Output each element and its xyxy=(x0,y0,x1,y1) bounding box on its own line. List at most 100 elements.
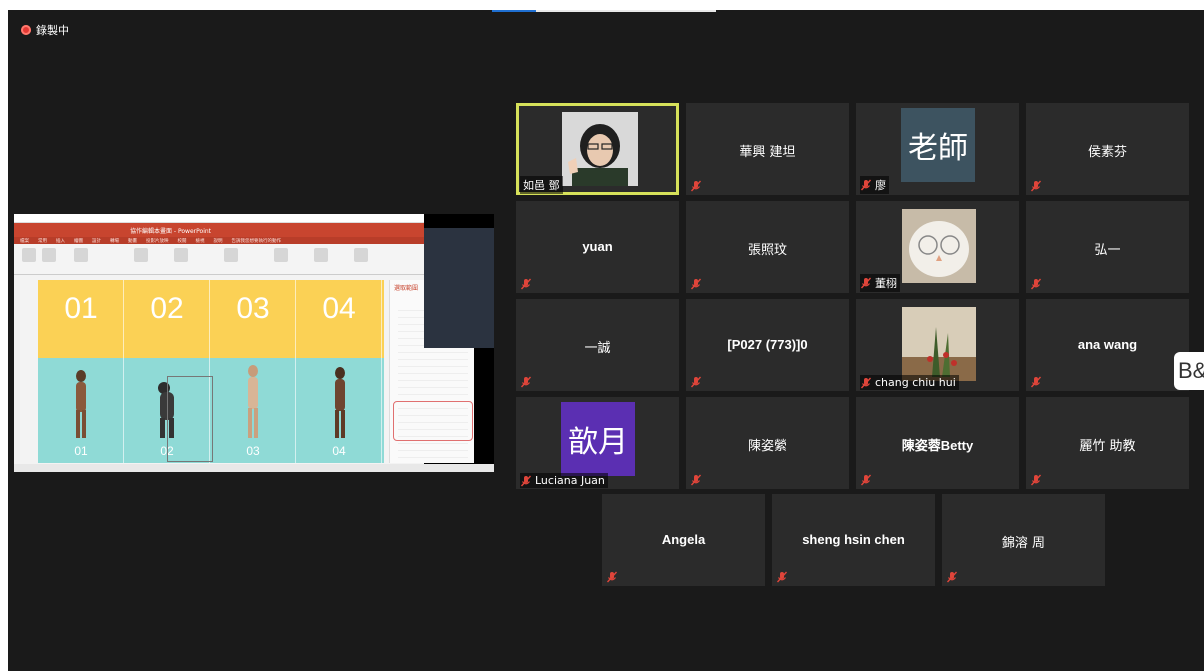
ribbon-tab: 校閱 xyxy=(177,238,187,244)
participant-video xyxy=(562,112,638,186)
ribbon-tabs: 檔案 常用 插入 繪圖 設計 轉場 動畫 投影片放映 校閱 檢視 說明 告訴我您想要執行的動作 xyxy=(14,237,424,244)
selection-box xyxy=(167,376,213,462)
participant-name: 如邑 鄧 xyxy=(523,179,560,192)
mic-muted-icon xyxy=(1030,376,1042,388)
participant-tile[interactable]: 董栩 xyxy=(856,201,1019,293)
participant-avatar: 老師 xyxy=(901,108,975,182)
shared-screen[interactable]: 協作編輯本畫面 - PowerPoint 檔案 常用 插入 繪圖 設計 轉場 動畫 投影片放映… xyxy=(14,214,494,472)
figure-icon xyxy=(335,367,345,438)
ribbon-tab: 說明 xyxy=(213,238,223,244)
participant-name: 一誠 xyxy=(584,341,611,356)
participant-photo xyxy=(902,209,976,283)
ribbon xyxy=(14,244,424,275)
ribbon-tab: 檢視 xyxy=(195,238,205,244)
ribbon-tab: 檔案 xyxy=(20,238,29,244)
slide-column: 03 03 xyxy=(210,280,296,463)
participant-name: 陳姿縈 xyxy=(747,439,787,454)
participant-tile[interactable]: ana wang xyxy=(1026,299,1189,391)
side-panel-tab[interactable]: B& xyxy=(1174,352,1204,390)
app-title: 協作編輯本畫面 - PowerPoint xyxy=(130,227,212,235)
mic-muted-icon xyxy=(860,377,872,389)
ribbon-tab: 告訴我您想要執行的動作 xyxy=(231,238,282,244)
highlight-box xyxy=(393,401,473,441)
ribbon-tab: 插入 xyxy=(56,238,65,244)
powerpoint-statusbar xyxy=(14,464,494,472)
record-icon xyxy=(21,25,31,35)
mic-muted-icon xyxy=(860,179,872,191)
mic-muted-icon xyxy=(520,376,532,388)
participant-tile[interactable]: 華興 建坦 xyxy=(686,103,849,195)
participant-tile[interactable]: 一誠 xyxy=(516,299,679,391)
participant-tile[interactable]: 弘一 xyxy=(1026,201,1189,293)
slide-number: 02 xyxy=(150,292,184,325)
powerpoint-titlebar xyxy=(14,214,424,223)
participant-tile[interactable]: 侯素芬 xyxy=(1026,103,1189,195)
mic-muted-icon xyxy=(1030,278,1042,290)
participant-tile[interactable]: 陳姿蓉Betty xyxy=(856,397,1019,489)
participant-caption: 董栩 xyxy=(860,274,900,292)
mic-muted-icon xyxy=(690,180,702,192)
mic-muted-icon xyxy=(1030,180,1042,192)
participant-tile[interactable]: 老師廖 xyxy=(856,103,1019,195)
slide-number: 01 xyxy=(64,292,98,325)
meeting-stage: 錄製中 協作編輯本畫面 - PowerPoint 檔案 常用 插入 繪圖 設計 轉場 動畫 投… xyxy=(8,10,1204,671)
participant-tile[interactable]: yuan xyxy=(516,201,679,293)
slide-label: 01 xyxy=(74,444,88,458)
participant-tile[interactable]: chang chiu hui xyxy=(856,299,1019,391)
mic-muted-icon xyxy=(690,278,702,290)
participant-caption: chang chiu hui xyxy=(860,375,959,390)
participant-name: Angela xyxy=(661,532,706,547)
participant-tile[interactable]: 如邑 鄧 xyxy=(516,103,679,195)
participant-name: chang chiu hui xyxy=(875,376,956,389)
ribbon-tab: 繪圖 xyxy=(74,238,83,244)
mic-muted-icon xyxy=(1030,474,1042,486)
figure-icon xyxy=(248,365,258,438)
ribbon-tab: 動畫 xyxy=(128,238,137,244)
participant-avatar: 歆月 xyxy=(561,402,635,476)
participant-name: 弘一 xyxy=(1094,243,1121,258)
participant-name: [P027 (773)]0 xyxy=(727,337,808,352)
slide-column: 01 01 xyxy=(38,280,124,463)
slide: 01 01 02 02 03 03 04 04 xyxy=(38,280,384,463)
ribbon-tab: 設計 xyxy=(92,238,101,244)
recording-label: 錄製中 xyxy=(36,24,69,37)
participant-name: 華興 建坦 xyxy=(739,145,796,160)
mic-muted-icon xyxy=(946,571,958,583)
mic-muted-icon xyxy=(860,277,872,289)
slide-label: 03 xyxy=(246,444,260,458)
participant-name: 張照玟 xyxy=(747,243,787,258)
mic-muted-icon xyxy=(690,474,702,486)
mic-muted-icon xyxy=(776,571,788,583)
mic-muted-icon xyxy=(690,376,702,388)
mic-muted-icon xyxy=(860,474,872,486)
mic-muted-icon xyxy=(520,278,532,290)
powerpoint-header: 協作編輯本畫面 - PowerPoint xyxy=(14,223,424,237)
recording-indicator[interactable]: 錄製中 xyxy=(21,22,69,38)
participant-tile[interactable]: 麗竹 助教 xyxy=(1026,397,1189,489)
ribbon-tab: 常用 xyxy=(38,238,47,244)
participant-tile[interactable]: 張照玟 xyxy=(686,201,849,293)
participant-caption: 廖 xyxy=(860,176,889,194)
participant-tile[interactable]: 陳姿縈 xyxy=(686,397,849,489)
powerpoint-window: 協作編輯本畫面 - PowerPoint 檔案 常用 插入 繪圖 設計 轉場 動畫 投影片放映… xyxy=(14,214,474,472)
participant-name: ana wang xyxy=(1077,337,1138,352)
window-top-indicator xyxy=(492,10,716,12)
participant-photo xyxy=(902,307,976,381)
slide-number: 04 xyxy=(322,292,356,325)
mic-muted-icon xyxy=(520,475,532,487)
participant-caption: 如邑 鄧 xyxy=(520,176,563,194)
participant-caption: Luciana Juan xyxy=(520,473,608,488)
participant-name: 侯素芬 xyxy=(1087,145,1127,160)
participant-name: 錦溶 周 xyxy=(1001,536,1046,551)
participant-tile[interactable]: 歆月 Luciana Juan xyxy=(516,397,679,489)
participant-name: 陳姿蓉Betty xyxy=(901,438,974,453)
participant-tile[interactable]: Angela xyxy=(602,494,765,586)
slide-number: 03 xyxy=(236,292,270,325)
participant-tile[interactable]: 錦溶 周 xyxy=(942,494,1105,586)
participant-tile[interactable]: sheng hsin chen xyxy=(772,494,935,586)
participant-tile[interactable]: [P027 (773)]0 xyxy=(686,299,849,391)
participant-name: yuan xyxy=(582,239,613,254)
participant-name: sheng hsin chen xyxy=(802,532,905,547)
slide-column: 04 04 xyxy=(296,280,382,463)
participant-name: 董栩 xyxy=(875,277,897,290)
